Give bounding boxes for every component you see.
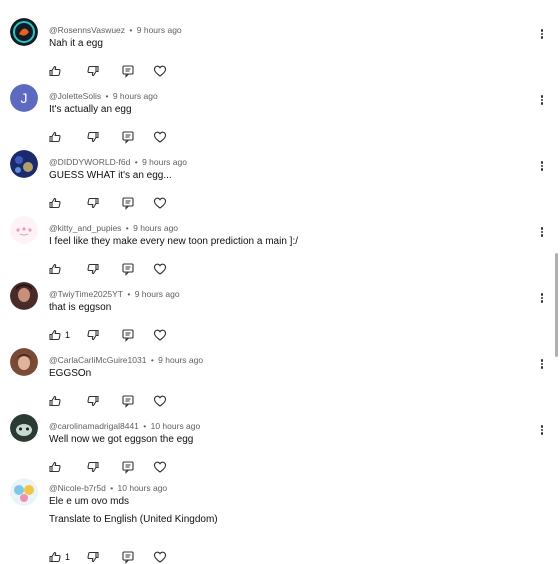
- heart-button[interactable]: [153, 550, 167, 564]
- more-options-icon[interactable]: [538, 292, 546, 306]
- thumbs-down-icon: [86, 550, 100, 564]
- comment-author[interactable]: @carolinamadrigal8441: [49, 421, 139, 431]
- avatar[interactable]: [10, 414, 38, 442]
- more-options-icon[interactable]: [538, 226, 546, 240]
- comment-item: @RosennsVaswuez • 9 hours ago Nah it a e…: [0, 10, 560, 78]
- comment-text: that is eggson: [49, 302, 112, 313]
- comment-text: EGGSOn: [49, 368, 92, 379]
- comment-time[interactable]: 9 hours ago: [113, 91, 158, 101]
- comment-text: It's actually an egg: [49, 104, 132, 115]
- comment-time[interactable]: 9 hours ago: [133, 223, 178, 233]
- comment-text: Ele e um ovo mds: [49, 496, 130, 507]
- comment-author[interactable]: @DIDDYWORLD-f6d: [49, 157, 130, 167]
- comment-author[interactable]: @TwiyTime2025YT: [49, 289, 123, 299]
- comment-item: @carolinamadrigal8441 • 10 hours ago Wel…: [0, 406, 560, 474]
- like-count: 1: [65, 552, 71, 562]
- comment-item: J @JoletteSolis • 9 hours ago It's actua…: [0, 76, 560, 144]
- dislike-button[interactable]: [86, 550, 100, 564]
- comment-text: I feel like they make every new toon pre…: [49, 236, 299, 247]
- comment-text: GUESS WHAT it's an egg...: [49, 170, 172, 181]
- avatar[interactable]: [10, 282, 38, 310]
- comment-item: @CarlaCarliMcGuire1031 • 9 hours ago EGG…: [0, 340, 560, 408]
- comment-author[interactable]: @JoletteSolis: [49, 91, 101, 101]
- reply-button[interactable]: [121, 550, 135, 564]
- avatar[interactable]: [10, 216, 38, 244]
- scrollbar[interactable]: [555, 253, 558, 357]
- translate-link[interactable]: Translate to English (United Kingdom): [49, 514, 218, 525]
- comment-item: @kitty_and_pupies • 9 hours ago I feel l…: [0, 208, 560, 276]
- comment-time[interactable]: 9 hours ago: [135, 289, 180, 299]
- more-options-icon[interactable]: [538, 94, 546, 108]
- avatar[interactable]: [10, 150, 38, 178]
- avatar[interactable]: [10, 18, 38, 46]
- comment-author[interactable]: @RosennsVaswuez: [49, 25, 125, 35]
- heart-icon: [153, 550, 167, 564]
- comment-item: @TwiyTime2025YT • 9 hours ago that is eg…: [0, 274, 560, 342]
- comment-time[interactable]: 10 hours ago: [118, 483, 168, 493]
- comment-time[interactable]: 10 hours ago: [151, 421, 201, 431]
- comment-time[interactable]: 9 hours ago: [142, 157, 187, 167]
- more-options-icon[interactable]: [538, 424, 546, 438]
- avatar[interactable]: [10, 478, 38, 506]
- avatar[interactable]: [10, 348, 38, 376]
- thumbs-up-icon: [48, 550, 62, 564]
- comment-item: @DIDDYWORLD-f6d • 9 hours ago GUESS WHAT…: [0, 142, 560, 210]
- comment-time[interactable]: 9 hours ago: [158, 355, 203, 365]
- avatar-letter: J: [21, 90, 28, 106]
- more-options-icon[interactable]: [538, 28, 546, 42]
- comment-author[interactable]: @kitty_and_pupies: [49, 223, 121, 233]
- comment-text: Nah it a egg: [49, 38, 103, 49]
- more-options-icon[interactable]: [538, 358, 546, 372]
- reply-icon: [121, 550, 135, 564]
- avatar[interactable]: J: [10, 84, 38, 112]
- comment-text: Well now we got eggson the egg: [49, 434, 194, 445]
- like-count: 1: [65, 330, 71, 340]
- comment-time[interactable]: 9 hours ago: [137, 25, 182, 35]
- comment-author[interactable]: @CarlaCarliMcGuire1031: [49, 355, 146, 365]
- like-button[interactable]: 1: [48, 550, 70, 564]
- comment-author[interactable]: @Nicole-b7r5d: [49, 483, 106, 493]
- more-options-icon[interactable]: [538, 160, 546, 174]
